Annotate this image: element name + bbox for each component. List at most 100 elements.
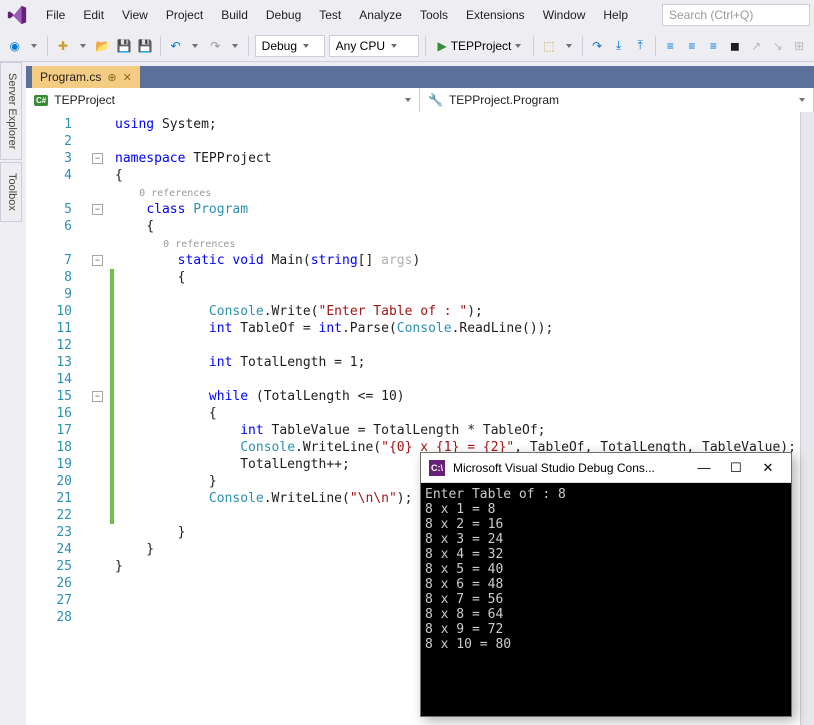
redo-button[interactable]: ↷ [206,35,223,57]
console-title-text: Microsoft Visual Studio Debug Cons... [453,461,681,475]
line-number: 13 [26,354,90,371]
code-line[interactable]: using System; [115,116,800,133]
line-number: 22 [26,507,90,524]
back-button[interactable]: ◉ [6,35,23,57]
tool-btn-1[interactable]: ⬚ [540,35,557,57]
file-tab-program[interactable]: Program.cs ⊕ ✕ [32,66,140,88]
new-item-button[interactable]: ✚ [54,35,71,57]
console-titlebar[interactable]: C:\ Microsoft Visual Studio Debug Cons..… [421,453,791,483]
side-tab-server-explorer[interactable]: Server Explorer [0,62,22,160]
code-line[interactable]: namespace TEPProject [115,150,800,167]
console-output[interactable]: Enter Table of : 8 8 x 1 = 8 8 x 2 = 16 … [421,483,791,716]
menu-item-project[interactable]: Project [158,4,211,26]
line-number: 16 [26,405,90,422]
close-icon[interactable]: ✕ [123,71,132,84]
nav-class-combo[interactable]: 🔧 TEPProject.Program [420,88,814,112]
step-over-button[interactable]: ↷ [588,35,605,57]
code-line[interactable]: 0 references [115,235,800,252]
code-line[interactable] [115,337,800,354]
play-icon: ▶ [437,39,446,53]
menu-item-test[interactable]: Test [311,4,349,26]
debug-console-window[interactable]: C:\ Microsoft Visual Studio Debug Cons..… [420,452,792,717]
code-line[interactable] [115,133,800,150]
editor-scrollbar[interactable] [800,112,814,725]
code-line[interactable]: int TableValue = TotalLength * TableOf; [115,422,800,439]
search-input[interactable]: Search (Ctrl+Q) [662,4,810,26]
console-icon: C:\ [429,460,445,476]
tool-b[interactable]: ↘ [769,35,786,57]
menu-item-analyze[interactable]: Analyze [351,4,410,26]
undo-dropdown[interactable] [188,35,202,57]
nav-project-combo[interactable]: C# TEPProject [26,88,420,112]
fold-toggle[interactable]: − [92,204,103,215]
tool-btn-1-drop[interactable] [562,35,576,57]
menu-item-debug[interactable]: Debug [258,4,309,26]
code-line[interactable] [115,286,800,303]
platform-combo[interactable]: Any CPU [329,35,419,57]
side-tab-toolbox[interactable]: Toolbox [0,162,22,222]
code-line[interactable]: { [115,269,800,286]
pin-icon[interactable]: ⊕ [107,71,116,84]
code-line[interactable]: 0 references [115,184,800,201]
code-line[interactable] [115,371,800,388]
line-number: 9 [26,286,90,303]
new-item-dropdown[interactable] [76,35,90,57]
tool-a[interactable]: ↗ [748,35,765,57]
change-bar [110,112,115,725]
fold-toggle[interactable]: − [92,391,103,402]
code-line[interactable]: { [115,405,800,422]
menu-item-window[interactable]: Window [535,4,594,26]
code-line[interactable]: while (TotalLength <= 10) [115,388,800,405]
line-number: 4 [26,167,90,184]
redo-dropdown[interactable] [228,35,242,57]
line-number [26,184,90,201]
comment-button[interactable]: ≡ [705,35,722,57]
menu-item-edit[interactable]: Edit [75,4,112,26]
line-number: 28 [26,609,90,626]
line-number: 11 [26,320,90,337]
undo-button[interactable]: ↶ [167,35,184,57]
line-number: 8 [26,269,90,286]
code-line[interactable]: int TableOf = int.Parse(Console.ReadLine… [115,320,800,337]
step-out-button[interactable]: ⤒ [631,35,648,57]
code-line[interactable]: class Program [115,201,800,218]
code-line[interactable]: { [115,167,800,184]
fold-toggle[interactable]: − [92,153,103,164]
indent-more-button[interactable]: ≡ [683,35,700,57]
code-line[interactable]: static void Main(string[] args) [115,252,800,269]
menu-item-file[interactable]: File [38,4,73,26]
save-button[interactable]: 💾 [115,35,132,57]
minimize-button[interactable]: — [689,454,719,482]
menu-item-view[interactable]: View [114,4,156,26]
line-number: 10 [26,303,90,320]
separator [582,36,583,56]
indent-less-button[interactable]: ≡ [662,35,679,57]
config-combo[interactable]: Debug [255,35,325,57]
step-into-button[interactable]: ⤓ [610,35,627,57]
tool-c[interactable]: ⊞ [790,35,807,57]
maximize-button[interactable]: ☐ [721,454,751,482]
open-button[interactable]: 📂 [94,35,111,57]
save-all-button[interactable]: 💾 [137,35,154,57]
code-line[interactable]: { [115,218,800,235]
separator [248,36,249,56]
menu-item-help[interactable]: Help [595,4,636,26]
file-tab-label: Program.cs [40,70,101,84]
line-number: 3 [26,150,90,167]
menu-item-tools[interactable]: Tools [412,4,456,26]
back-dropdown[interactable] [27,35,41,57]
fold-toggle[interactable]: − [92,255,103,266]
line-number: 7 [26,252,90,269]
start-button[interactable]: ▶ TEPProject [431,35,527,57]
close-button[interactable]: ✕ [753,454,783,482]
menu-item-extensions[interactable]: Extensions [458,4,533,26]
separator [533,36,534,56]
code-line[interactable]: int TotalLength = 1; [115,354,800,371]
namespace-icon: 🔧 [428,93,443,107]
start-label: TEPProject [451,39,512,53]
line-number: 14 [26,371,90,388]
bookmark-button[interactable]: ◼ [726,35,743,57]
csharp-icon: C# [34,95,48,106]
menu-item-build[interactable]: Build [213,4,256,26]
code-line[interactable]: Console.Write("Enter Table of : "); [115,303,800,320]
